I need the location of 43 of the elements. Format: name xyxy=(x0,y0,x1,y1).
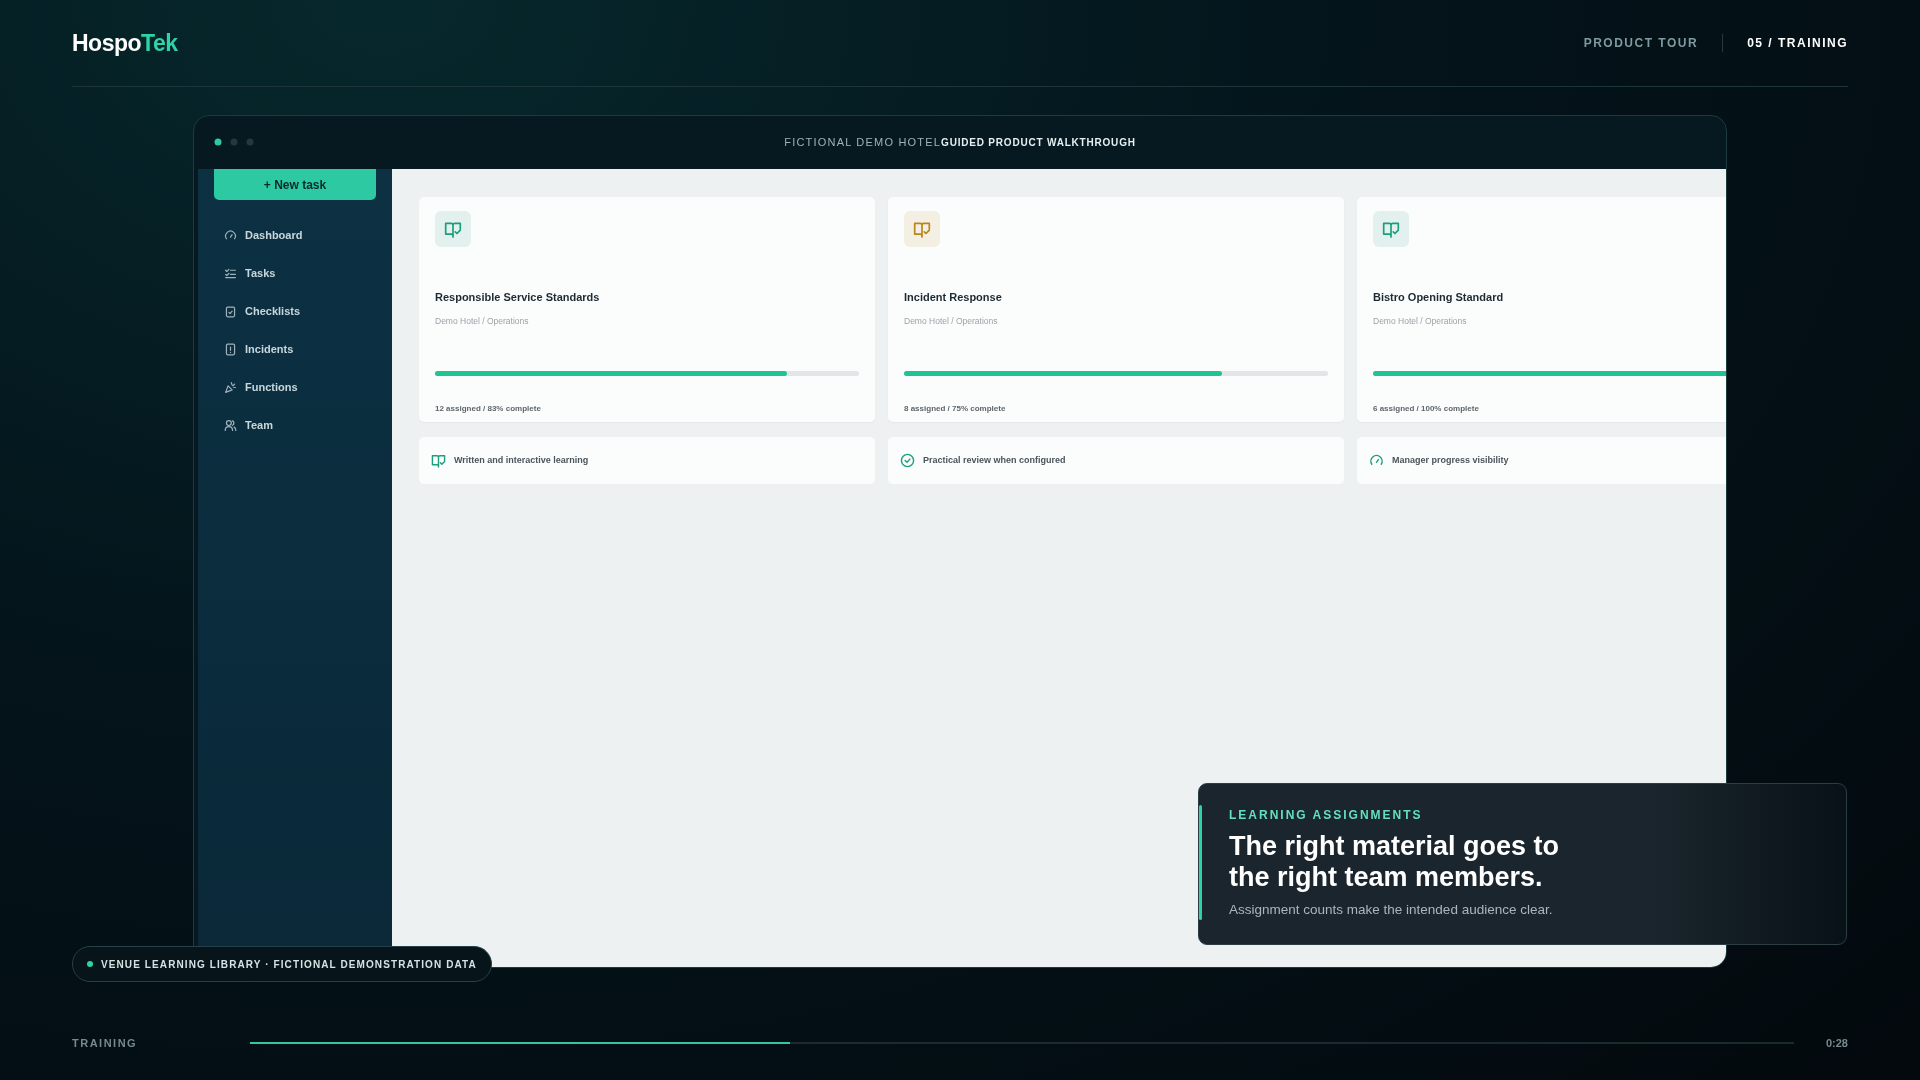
gauge-icon xyxy=(1369,453,1384,468)
callout-headline: The right material goes to the right team members. xyxy=(1229,831,1561,893)
badge-label: VENUE LEARNING LIBRARY · FICTIONAL DEMONSTRATION DATA xyxy=(101,957,477,972)
course-subtitle: Demo Hotel / Operations xyxy=(904,314,999,328)
callout-text: Assignment counts make the intended audience clear. xyxy=(1229,901,1554,919)
book-icon xyxy=(431,453,446,468)
course-stats: 8 assigned / 75% complete xyxy=(904,403,1007,416)
course-subtitle: Demo Hotel / Operations xyxy=(1373,314,1468,328)
feature-label: Written and interactive learning xyxy=(454,453,589,467)
nav-item[interactable]: Team xyxy=(214,406,376,444)
document-icon xyxy=(224,342,237,356)
window-subtitle: GUIDED PRODUCT WALKTHROUGH xyxy=(941,136,1136,150)
tour-link[interactable]: 05 / TRAINING xyxy=(1747,34,1848,52)
tour-link[interactable]: PRODUCT TOUR xyxy=(1583,34,1699,52)
new-task-button[interactable]: + New task xyxy=(214,169,376,200)
time-label: 0:28 xyxy=(1824,1035,1848,1051)
feature-label: Practical review when configured xyxy=(923,453,1066,467)
nav-item[interactable]: Functions xyxy=(214,368,376,406)
section-label: TRAINING xyxy=(72,1035,139,1051)
course-subtitle: Demo Hotel / Operations xyxy=(435,314,530,328)
nav-item[interactable]: Incidents xyxy=(214,330,376,368)
nav-item[interactable]: Checklists xyxy=(214,292,376,330)
course-stats: 12 assigned / 83% complete xyxy=(435,403,542,416)
callout-eyebrow: LEARNING ASSIGNMENTS xyxy=(1229,807,1424,824)
gauge-icon xyxy=(224,228,237,242)
nav-item[interactable]: Dashboard xyxy=(214,216,376,254)
feature-label: Manager progress visibility xyxy=(1392,453,1509,467)
course-title: Responsible Service Standards xyxy=(435,290,601,305)
users-icon xyxy=(224,418,237,432)
clipboard-icon xyxy=(224,304,237,318)
check-circle-icon xyxy=(900,453,915,468)
list-icon xyxy=(224,266,237,280)
course-title: Incident Response xyxy=(904,290,1003,305)
course-card[interactable]: Bistro Opening Standard Demo Hotel / Operations 6 assigned / 100% complete xyxy=(1357,197,1726,422)
nav-item[interactable]: Tasks xyxy=(214,254,376,292)
course-title: Bistro Opening Standard xyxy=(1373,290,1505,305)
course-stats: 6 assigned / 100% complete xyxy=(1373,403,1480,416)
course-card[interactable]: Incident Response Demo Hotel / Operations 8 assigned / 75% complete xyxy=(888,197,1344,422)
window-title: FICTIONAL DEMO HOTEL xyxy=(784,135,942,151)
course-card[interactable]: Responsible Service Standards Demo Hotel / Operations 12 assigned / 83% complete xyxy=(419,197,875,422)
status-dot-icon xyxy=(87,961,93,967)
popper-icon xyxy=(224,380,237,394)
logo[interactable]: HospoTek xyxy=(72,25,178,61)
